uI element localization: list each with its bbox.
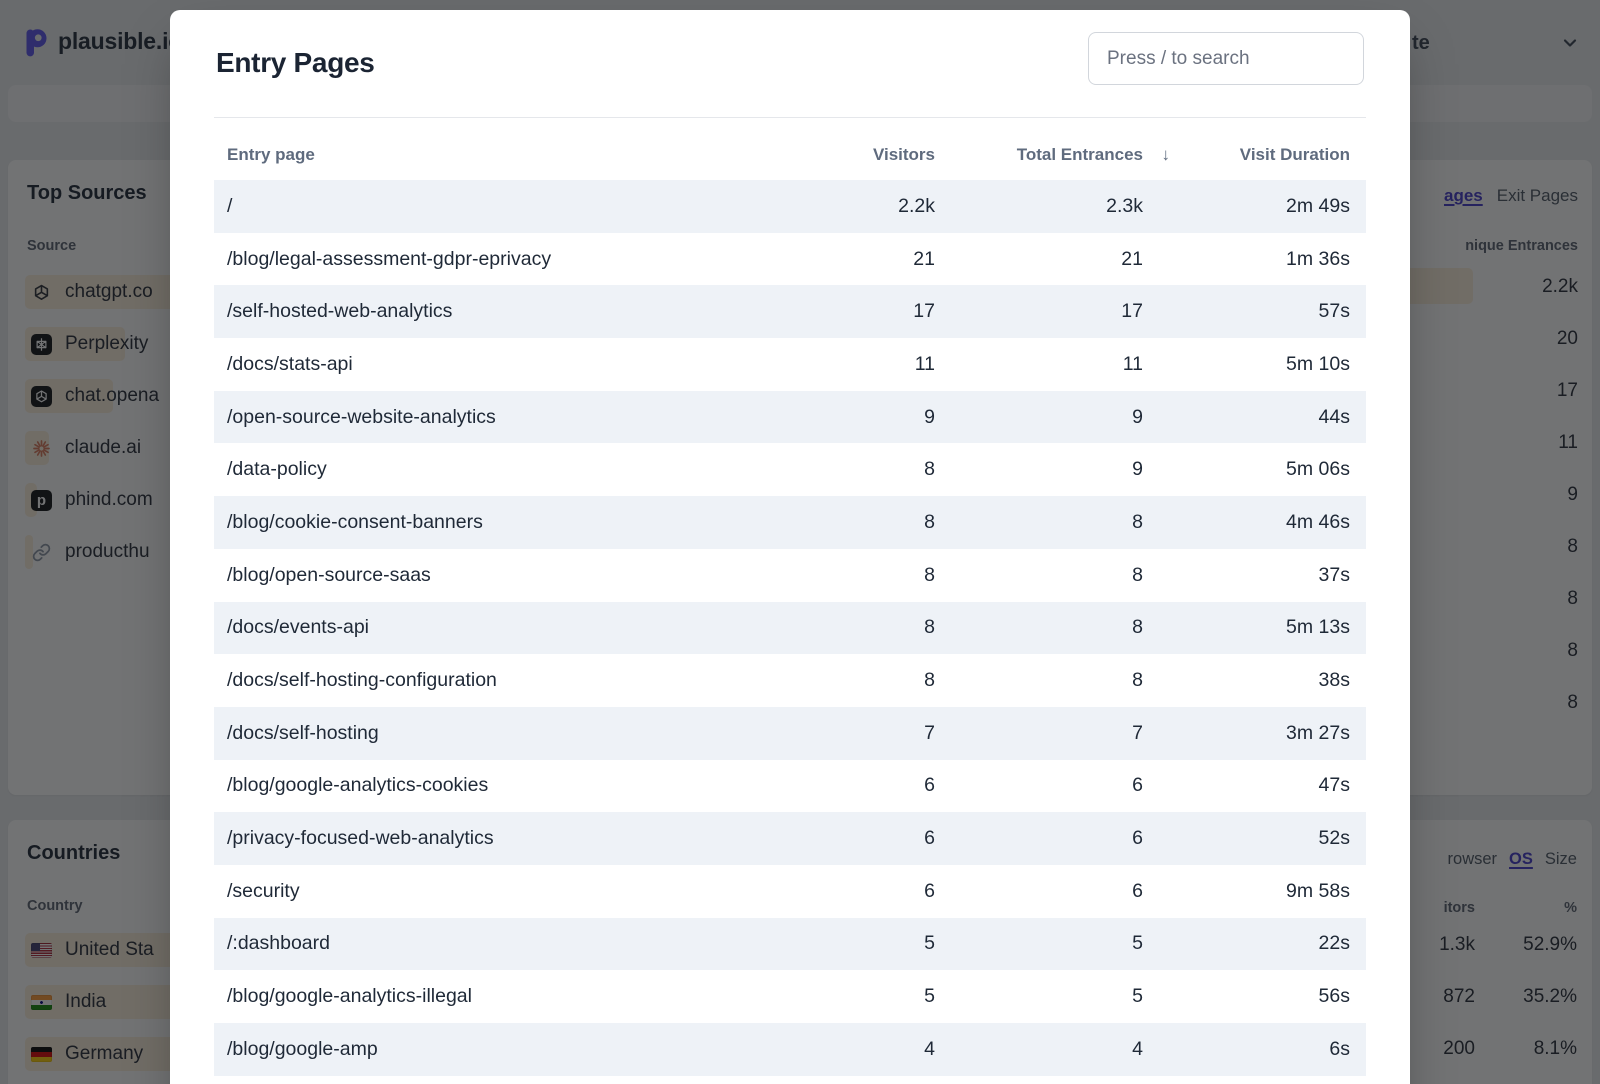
duration-cell: 44s: [1143, 406, 1366, 429]
entrances-cell: 9: [935, 406, 1143, 429]
table-row: /privacy-focused-web-analytics 6 6 52s: [214, 812, 1366, 865]
entry-page-cell[interactable]: /docs/self-hosting: [214, 722, 775, 745]
entrances-cell: 2.3k: [935, 195, 1143, 218]
plausible-dashboard: plausible.io te Top Sources Source chatg…: [0, 0, 1600, 1084]
entrances-cell: 7: [935, 722, 1143, 745]
duration-cell: 9m 58s: [1143, 880, 1366, 903]
visitors-cell: 8: [775, 511, 935, 534]
duration-cell: 22s: [1143, 932, 1366, 955]
visitors-cell: 6: [775, 880, 935, 903]
duration-cell: 6s: [1143, 1038, 1366, 1061]
entrances-cell: 4: [935, 1038, 1143, 1061]
duration-cell: 5m 06s: [1143, 458, 1366, 481]
entry-page-cell[interactable]: /:dashboard: [214, 932, 775, 955]
entry-page-cell[interactable]: /self-hosted-web-analytics: [214, 300, 775, 323]
duration-cell: 5m 13s: [1143, 616, 1366, 639]
visitors-cell: 6: [775, 827, 935, 850]
column-header-visit-duration[interactable]: Visit Duration: [1143, 145, 1366, 165]
entrances-cell: 6: [935, 827, 1143, 850]
table-row: / 2.2k 2.3k 2m 49s: [214, 180, 1366, 233]
entrances-cell: 8: [935, 564, 1143, 587]
duration-cell: 38s: [1143, 669, 1366, 692]
entrances-cell: 6: [935, 880, 1143, 903]
visitors-cell: 8: [775, 458, 935, 481]
visitors-cell: 8: [775, 564, 935, 587]
entry-page-cell[interactable]: /docs/stats-api: [214, 353, 775, 376]
visitors-cell: 9: [775, 406, 935, 429]
table-row: /:dashboard 5 5 22s: [214, 918, 1366, 971]
entrances-cell: 9: [935, 458, 1143, 481]
entry-page-cell[interactable]: /blog/google-analytics-cookies: [214, 774, 775, 797]
table-row: /blog/google-amp 4 4 6s: [214, 1023, 1366, 1076]
duration-cell: 5m 10s: [1143, 353, 1366, 376]
entry-pages-modal: Entry Pages Entry page Visitors Total En…: [170, 10, 1410, 1084]
entrances-cell: 17: [935, 300, 1143, 323]
duration-cell: 56s: [1143, 985, 1366, 1008]
table-row: /security 6 6 9m 58s: [214, 865, 1366, 918]
duration-cell: 37s: [1143, 564, 1366, 587]
table-row: /blog/google-analytics-illegal 5 5 56s: [214, 970, 1366, 1023]
table-row: /docs/events-api 8 8 5m 13s: [214, 602, 1366, 655]
duration-cell: 2m 49s: [1143, 195, 1366, 218]
entrances-cell: 11: [935, 353, 1143, 376]
column-header-total-entrances[interactable]: Total Entrances ↓: [935, 145, 1143, 165]
table-row: /blog/legal-assessment-gdpr-eprivacy 21 …: [214, 233, 1366, 286]
entry-page-cell[interactable]: /security: [214, 880, 775, 903]
visitors-cell: 7: [775, 722, 935, 745]
entry-page-cell[interactable]: /open-source-website-analytics: [214, 406, 775, 429]
visitors-cell: 6: [775, 774, 935, 797]
table-row: /self-hosted-web-analytics 17 17 57s: [214, 285, 1366, 338]
entrances-cell: 21: [935, 248, 1143, 271]
visitors-cell: 21: [775, 248, 935, 271]
table-row: /docs/self-hosting 7 7 3m 27s: [214, 707, 1366, 760]
entry-page-cell[interactable]: /docs/self-hosting-configuration: [214, 669, 775, 692]
visitors-cell: 5: [775, 932, 935, 955]
divider: [214, 117, 1366, 118]
duration-cell: 52s: [1143, 827, 1366, 850]
duration-cell: 4m 46s: [1143, 511, 1366, 534]
column-header-entry-page[interactable]: Entry page: [214, 145, 775, 165]
modal-title: Entry Pages: [216, 47, 375, 79]
duration-cell: 47s: [1143, 774, 1366, 797]
visitors-cell: 2.2k: [775, 195, 935, 218]
column-header-label: Total Entrances: [1017, 145, 1143, 164]
visitors-cell: 8: [775, 616, 935, 639]
entry-page-cell[interactable]: /data-policy: [214, 458, 775, 481]
table-row: /data-policy 8 9 5m 06s: [214, 443, 1366, 496]
duration-cell: 1m 36s: [1143, 248, 1366, 271]
table-row: /blog/cookie-consent-banners 8 8 4m 46s: [214, 496, 1366, 549]
duration-cell: 57s: [1143, 300, 1366, 323]
table-header-row: Entry page Visitors Total Entrances ↓ Vi…: [214, 130, 1366, 180]
entry-page-cell[interactable]: /: [214, 195, 775, 218]
visitors-cell: 8: [775, 669, 935, 692]
table-row: /docs/stats-api 11 11 5m 10s: [214, 338, 1366, 391]
table-row: /docs/self-hosting-configuration 8 8 38s: [214, 654, 1366, 707]
entry-page-cell[interactable]: /blog/legal-assessment-gdpr-eprivacy: [214, 248, 775, 271]
entry-page-cell[interactable]: /blog/google-analytics-illegal: [214, 985, 775, 1008]
entry-page-cell[interactable]: /blog/open-source-saas: [214, 564, 775, 587]
entry-page-cell[interactable]: /docs/events-api: [214, 616, 775, 639]
entry-page-cell[interactable]: /blog/cookie-consent-banners: [214, 511, 775, 534]
entry-page-cell[interactable]: /privacy-focused-web-analytics: [214, 827, 775, 850]
table-row: /blog/open-source-saas 8 8 37s: [214, 549, 1366, 602]
table-row: /open-source-website-analytics 9 9 44s: [214, 391, 1366, 444]
table-row: /blog/google-analytics-cookies 6 6 47s: [214, 760, 1366, 813]
entry-pages-table: Entry page Visitors Total Entrances ↓ Vi…: [214, 130, 1366, 1076]
visitors-cell: 17: [775, 300, 935, 323]
visitors-cell: 11: [775, 353, 935, 376]
entrances-cell: 8: [935, 669, 1143, 692]
duration-cell: 3m 27s: [1143, 722, 1366, 745]
visitors-cell: 4: [775, 1038, 935, 1061]
entrances-cell: 6: [935, 774, 1143, 797]
entry-page-cell[interactable]: /blog/google-amp: [214, 1038, 775, 1061]
table-body: / 2.2k 2.3k 2m 49s /blog/legal-assessmen…: [214, 180, 1366, 1076]
search-input[interactable]: [1088, 32, 1364, 85]
column-header-visitors[interactable]: Visitors: [775, 145, 935, 165]
entrances-cell: 5: [935, 985, 1143, 1008]
visitors-cell: 5: [775, 985, 935, 1008]
entrances-cell: 5: [935, 932, 1143, 955]
sort-descending-icon[interactable]: ↓: [1162, 145, 1171, 165]
entrances-cell: 8: [935, 616, 1143, 639]
entrances-cell: 8: [935, 511, 1143, 534]
